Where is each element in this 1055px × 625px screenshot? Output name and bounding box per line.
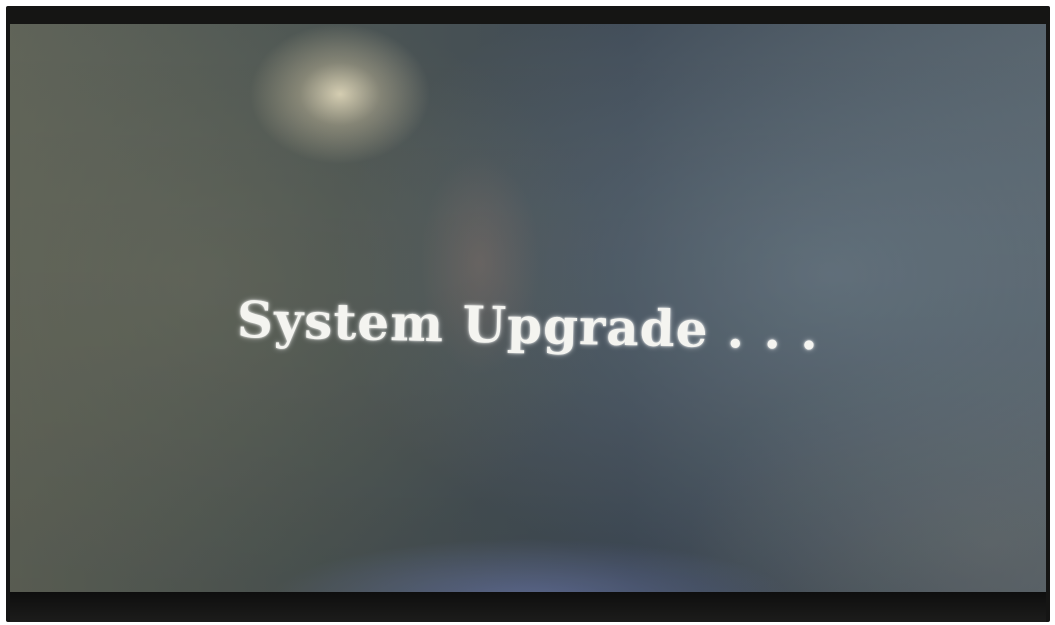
system-upgrade-message: System Upgrade . . . [236, 289, 820, 362]
bezel-bottom-edge [10, 592, 1046, 622]
display-screen: System Upgrade . . . [10, 24, 1046, 592]
device-photo: System Upgrade . . . [0, 0, 1055, 625]
